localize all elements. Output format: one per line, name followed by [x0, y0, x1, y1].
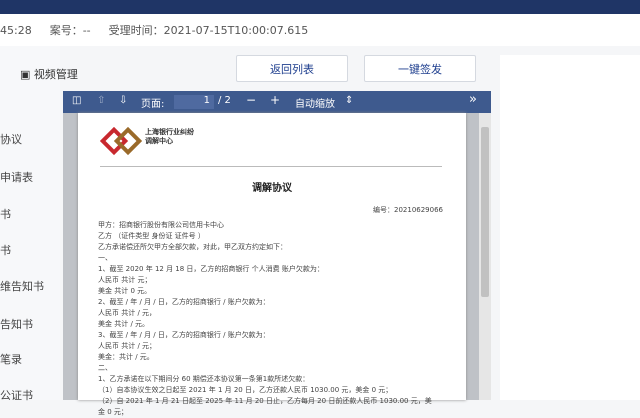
video-label: 视频管理 [33, 68, 78, 81]
sidebar [0, 46, 60, 400]
document-body: 甲方：招商银行股份有限公司信用卡中心 乙方 （证件类型 身份证 证件号 ） 乙方承诺… [98, 220, 432, 418]
zoom-out-button[interactable]: − [246, 93, 256, 107]
case-info-bar: 45:28 案号：-- 受理时间：2021-07-15T10:00:07.615 [0, 14, 640, 46]
one-click-sign-button[interactable]: 一键签发 [364, 55, 476, 82]
next-page-icon[interactable]: ⇩ [119, 95, 127, 106]
page-label: 页面: [141, 99, 165, 110]
sidebar-item[interactable]: 维告知书 [0, 278, 44, 294]
video-management-link[interactable]: ▣ 视频管理 [20, 66, 78, 82]
sidebar-item[interactable]: 协议 [0, 131, 22, 147]
document-line: 美金 共计 / 元。 [98, 320, 150, 328]
header-divider [100, 166, 442, 167]
mediation-center-logo [100, 127, 143, 156]
pdf-viewer: ◫ ⇧ ⇩ 页面: 1 / 2 − + 自动缩放 ⇕ » 上海银行业纠纷调解中心… [63, 91, 491, 416]
sidebar-item[interactable]: 告知书 [0, 316, 33, 332]
previous-page-icon[interactable]: ⇧ [97, 95, 105, 106]
document-line: 乙方承诺偿还所欠甲方全部欠款，对此，甲乙双方约定如下： [98, 243, 287, 251]
document-line: 人民币 共计 / 元； [98, 342, 157, 350]
scrollbar-thumb[interactable] [481, 127, 489, 297]
document-line: 3、截至 / 年 / 月 / 日，乙方的招商银行 / 账户欠款为： [98, 331, 270, 339]
more-tools-button[interactable]: » [469, 92, 477, 107]
document-line: 一、 [98, 254, 112, 262]
logo-text: 上海银行业纠纷调解中心 [145, 128, 194, 145]
sidebar-item[interactable]: 书 [0, 206, 11, 222]
document-line: （1）自本协议生效之日起至 2021 年 1 月 20 日，乙方还款人民币 10… [98, 386, 393, 394]
zoom-select[interactable]: 自动缩放 [295, 95, 335, 110]
time-partial: 45:28 [0, 23, 32, 37]
document-line: 甲方：招商银行股份有限公司信用卡中心 [98, 221, 224, 229]
pdf-page: 上海银行业纠纷调解中心 调解协议 编号：20210629066 甲方：招商银行股… [78, 113, 466, 416]
sidebar-item[interactable]: 书 [0, 242, 11, 258]
document-line: 金 0 元； [98, 408, 128, 416]
document-line: 1、乙方承诺在以下期间分 60 期偿还本协议第一条第1款所述欠款： [98, 375, 310, 383]
zoom-in-button[interactable]: + [270, 93, 280, 107]
top-header-bar [0, 0, 640, 14]
document-line: 人民币 共计 / 元， [98, 309, 157, 317]
sidebar-item[interactable]: 笔录 [0, 351, 22, 367]
document-line: 人民币 共计 元； [98, 276, 152, 284]
document-line: 2、截至 / 年 / 月 / 日，乙方的招商银行 / 账户欠款为： [98, 298, 270, 306]
back-to-list-button[interactable]: 返回列表 [236, 55, 348, 82]
accept-time: 受理时间：2021-07-15T10:00:07.615 [108, 24, 309, 37]
document-number: 编号：20210629066 [373, 206, 443, 214]
right-panel [500, 55, 640, 400]
document-line: （2）自 2021 年 1 月 21 日起至 2025 年 11 月 20 日止… [98, 397, 432, 405]
sidebar-item[interactable]: 公证书 [0, 387, 33, 403]
page-number-input[interactable]: 1 [174, 95, 214, 109]
document-line: 二、 [98, 364, 112, 372]
sidebar-toggle-icon[interactable]: ◫ [72, 95, 81, 106]
page-total: / 2 [218, 95, 231, 106]
sidebar-item[interactable]: 申请表 [0, 169, 33, 185]
video-icon: ▣ [20, 68, 31, 81]
document-line: 乙方 （证件类型 身份证 证件号 ） [98, 232, 205, 240]
document-line: 1、截至 2020 年 12 月 18 日，乙方的招商银行 个人消费 账户欠款为… [98, 265, 324, 273]
select-arrows-icon: ⇕ [345, 95, 354, 106]
document-line: 美金：共计 / 元。 [98, 353, 154, 361]
case-number: 案号：-- [49, 24, 91, 37]
scrollbar[interactable] [479, 113, 491, 400]
document-line: 美金 共计 0 元。 [98, 287, 152, 295]
document-title: 调解协议 [252, 183, 292, 194]
pdf-toolbar: ◫ ⇧ ⇩ 页面: 1 / 2 − + 自动缩放 ⇕ » [63, 91, 491, 113]
